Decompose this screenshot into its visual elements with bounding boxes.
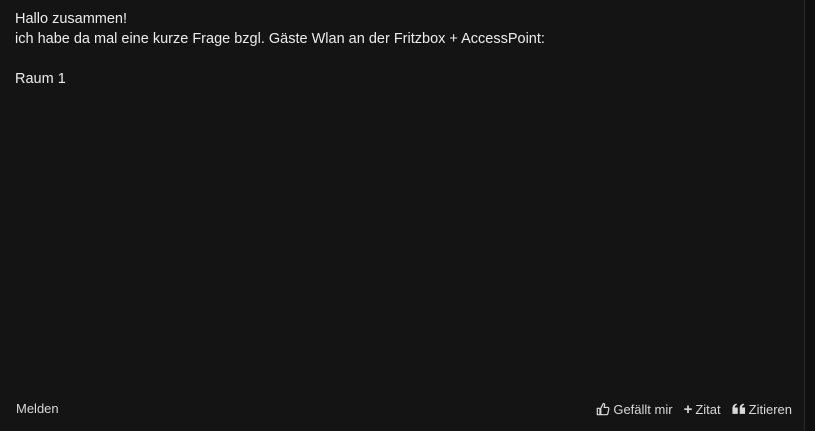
- post-line-greeting: Hallo zusammen!: [15, 11, 128, 27]
- page-scroll-rail[interactable]: [805, 0, 815, 431]
- post-line-question: ich habe da mal eine kurze Frage bzgl. G…: [15, 31, 545, 47]
- reply-quote-label: Zitieren: [748, 401, 792, 417]
- add-quote-label: Zitat: [695, 401, 721, 417]
- post-content: Hallo zusammen! ich habe da mal eine kur…: [15, 9, 785, 89]
- quote-icon: [732, 403, 746, 415]
- post-footer: Melden Gefällt mir + Zitat Zitieren: [0, 398, 804, 420]
- post-actions: Gefällt mir + Zitat Zitieren: [585, 398, 792, 420]
- post-line-room: Raum 1: [15, 71, 66, 87]
- forum-post: Hallo zusammen! ich habe da mal eine kur…: [0, 0, 805, 431]
- plus-icon: +: [683, 400, 693, 418]
- reply-quote-button[interactable]: Zitieren: [732, 402, 792, 417]
- add-quote-button[interactable]: + Zitat: [684, 402, 721, 417]
- report-link[interactable]: Melden: [16, 401, 59, 416]
- like-button[interactable]: Gefällt mir: [596, 401, 673, 417]
- thumbs-up-icon: [596, 402, 610, 416]
- like-label: Gefällt mir: [613, 401, 673, 417]
